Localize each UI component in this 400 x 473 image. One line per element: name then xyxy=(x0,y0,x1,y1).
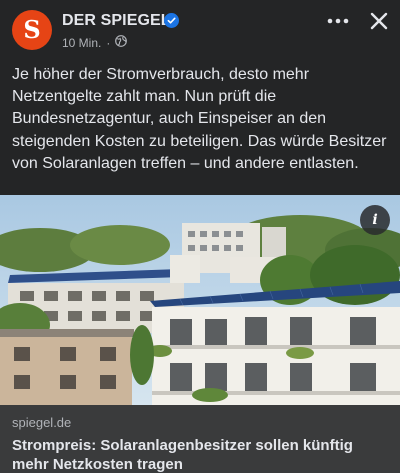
close-button[interactable] xyxy=(364,6,394,36)
avatar-logo-letter: S xyxy=(23,15,41,44)
globe-icon xyxy=(115,35,128,50)
post-meta: 10 Min. · xyxy=(62,35,128,50)
close-icon xyxy=(370,12,388,30)
post-image[interactable]: i xyxy=(0,195,400,405)
link-preview[interactable]: spiegel.de Strompreis: Solaranlagenbesit… xyxy=(0,405,400,473)
feed-post: S DER SPIEGEL 10 Min. · Je höher der Str… xyxy=(0,0,400,473)
link-domain: spiegel.de xyxy=(12,415,72,430)
post-header: S DER SPIEGEL 10 Min. · xyxy=(0,0,400,56)
page-name[interactable]: DER SPIEGEL xyxy=(62,12,171,30)
post-text: Je höher der Stromverbrauch, desto mehr … xyxy=(12,66,387,172)
link-headline[interactable]: Strompreis: Solaranlagenbesitzer sollen … xyxy=(12,436,388,473)
image-info-button[interactable]: i xyxy=(360,205,390,235)
meta-separator: · xyxy=(106,35,111,50)
info-icon: i xyxy=(372,212,378,228)
solar-houses-photo xyxy=(0,195,400,405)
more-dots-icon xyxy=(327,18,349,24)
verified-badge-icon xyxy=(164,13,179,28)
more-options-button[interactable] xyxy=(322,8,354,34)
page-avatar[interactable]: S xyxy=(12,10,52,50)
post-timestamp[interactable]: 10 Min. xyxy=(62,36,101,50)
